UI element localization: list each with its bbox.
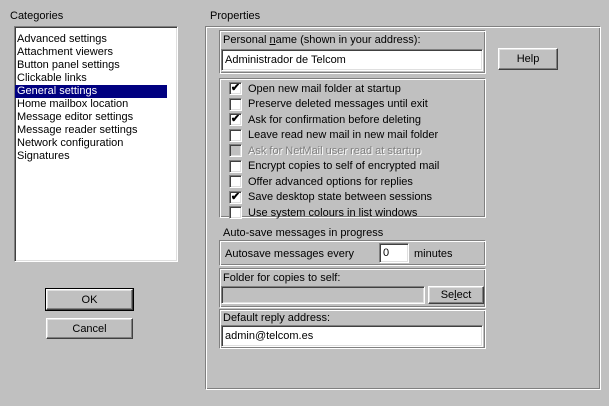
option-row[interactable]: Ask for NetMail user read at startup (229, 143, 439, 159)
option-row[interactable]: Leave read new mail in new mail folder (229, 128, 439, 144)
reply-address-input[interactable]: admin@telcom.es (221, 325, 483, 347)
checkbox-label: Ask for confirmation before deleting (248, 113, 422, 126)
checkbox[interactable] (229, 206, 242, 220)
category-item[interactable]: Signatures (15, 150, 177, 163)
checkbox-label: Preserve deleted messages until exit (248, 98, 428, 111)
autosave-label: Autosave messages every (225, 248, 355, 260)
checkbox[interactable] (229, 144, 242, 158)
options-checkbox-list: ✔ Open new mail folder at startup Preserve… (229, 81, 439, 221)
personal-name-input[interactable]: Administrador de Telcom (221, 49, 483, 71)
autosave-unit: minutes (414, 248, 453, 260)
properties-title: Properties (210, 10, 261, 22)
option-row[interactable]: Offer advanced options for replies (229, 174, 439, 190)
category-item[interactable]: Message reader settings (15, 124, 177, 137)
checkbox[interactable]: ✔ (229, 113, 242, 127)
option-row[interactable]: Encrypt copies to self of encrypted mail (229, 159, 439, 175)
copies-folder-input[interactable] (221, 286, 425, 304)
checkbox[interactable] (229, 159, 242, 173)
category-item[interactable]: Home mailbox location (15, 98, 177, 111)
option-row[interactable]: ✔ Ask for confirmation before deleting (229, 112, 439, 128)
option-row[interactable]: ✔ Save desktop state between sessions (229, 190, 439, 206)
category-item[interactable]: Button panel settings (15, 59, 177, 72)
categories-items: Advanced settings Attachment viewers Butto… (15, 33, 177, 163)
category-item[interactable]: Message editor settings (15, 111, 177, 124)
category-item[interactable]: Attachment viewers (15, 46, 177, 59)
categories-list[interactable]: Advanced settings Attachment viewers Butto… (14, 26, 178, 262)
checkbox[interactable] (229, 128, 242, 142)
checkbox[interactable]: ✔ (229, 82, 242, 96)
check-icon: ✔ (230, 113, 241, 126)
checkbox-label: Use system colours in list windows (248, 206, 418, 219)
option-row[interactable]: Preserve deleted messages until exit (229, 97, 439, 113)
copies-folder-label: Folder for copies to self: (223, 272, 341, 284)
category-item[interactable]: Network configuration (15, 137, 177, 150)
cancel-button[interactable]: Cancel (46, 318, 133, 339)
checkbox[interactable] (229, 97, 242, 111)
checkbox-label: Ask for NetMail user read at startup (248, 144, 422, 157)
option-row[interactable]: ✔ Open new mail folder at startup (229, 81, 439, 97)
select-folder-button[interactable]: Se l ect (428, 286, 484, 304)
personal-name-label: Personal name (shown in your address): (223, 34, 421, 46)
category-item[interactable]: General settings (15, 85, 167, 98)
option-row[interactable]: Use system colours in list windows (229, 205, 439, 221)
checkbox[interactable]: ✔ (229, 190, 242, 204)
check-icon: ✔ (230, 82, 241, 95)
checkbox-label: Save desktop state between sessions (248, 191, 433, 204)
checkbox-label: Leave read new mail in new mail folder (248, 129, 439, 142)
ok-button[interactable]: OK (45, 288, 134, 311)
check-icon: ✔ (230, 190, 241, 203)
help-button[interactable]: Help (498, 48, 558, 70)
autosave-minutes-input[interactable]: 0 (379, 243, 409, 263)
category-item[interactable]: Clickable links (15, 72, 177, 85)
categories-title: Categories (10, 10, 64, 22)
checkbox[interactable] (229, 175, 242, 189)
checkbox-label: Offer advanced options for replies (248, 175, 413, 188)
checkbox-label: Encrypt copies to self of encrypted mail (248, 160, 440, 173)
checkbox-label: Open new mail folder at startup (248, 82, 401, 95)
reply-address-label: Default reply address: (223, 312, 330, 324)
category-item[interactable]: Advanced settings (15, 33, 177, 46)
autosave-title: Auto-save messages in progress (223, 227, 384, 239)
